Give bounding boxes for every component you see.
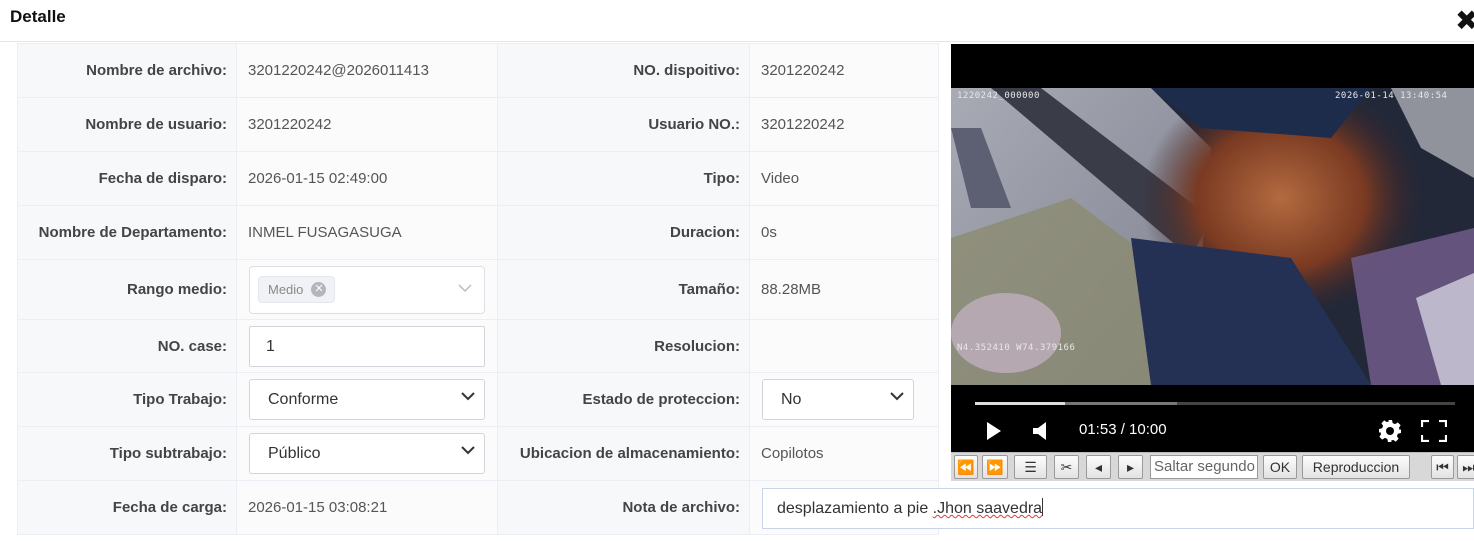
label-nota-archivo: Nota de archivo:	[497, 480, 750, 535]
skip-start-icon[interactable]: ⏮	[1431, 455, 1454, 479]
label-dispositivo: NO. dispoitivo:	[497, 43, 750, 98]
play-icon[interactable]	[986, 421, 1002, 441]
tag-label: Medio	[268, 281, 304, 297]
close-icon[interactable]: ✖	[1455, 6, 1474, 36]
video-frame-image	[951, 88, 1474, 385]
value-ubicacion: Copilotos	[749, 426, 939, 481]
list-icon[interactable]: ☰	[1014, 455, 1047, 479]
played-bar	[975, 402, 1066, 405]
frame-back-icon[interactable]: ◂	[1086, 455, 1111, 479]
progress-bar[interactable]	[975, 402, 1455, 405]
value-usuario-no: 3201220242	[749, 97, 939, 152]
detail-table: Nombre de archivo: 3201220242@2026011413…	[17, 43, 939, 535]
fullscreen-icon[interactable]	[1421, 420, 1447, 442]
label-usuario-no: Usuario NO.:	[497, 97, 750, 152]
label-nombre-archivo: Nombre de archivo:	[17, 43, 237, 98]
label-no-case: NO. case:	[17, 319, 237, 373]
row-archivo: Nombre de archivo: 3201220242@2026011413…	[17, 43, 939, 98]
time-display: 01:53 / 10:00	[1079, 421, 1167, 438]
chevron-down-icon	[461, 392, 475, 401]
chevron-down-icon	[461, 446, 475, 455]
playback-button[interactable]: Reproduccion	[1302, 455, 1410, 479]
volume-icon[interactable]	[1033, 421, 1047, 441]
row-usuario: Nombre de usuario: 3201220242 Usuario NO…	[17, 97, 939, 152]
value-resolucion	[749, 319, 939, 373]
value-nombre-archivo: 3201220242@2026011413	[236, 43, 498, 98]
rango-medio-select[interactable]: Medio ✕	[249, 265, 485, 314]
tipo-subtrabajo-select[interactable]: Público	[249, 433, 485, 474]
estado-proteccion-cell: No	[749, 372, 939, 427]
label-rango-medio: Rango medio:	[17, 259, 237, 320]
chevron-down-icon	[458, 283, 472, 292]
scissors-icon[interactable]: ✂	[1054, 455, 1079, 479]
fast-forward-icon[interactable]: ⏩	[982, 455, 1008, 479]
label-resolucion: Resolucion:	[497, 319, 750, 373]
tipo-trabajo-cell: Conforme	[236, 372, 498, 427]
row-subtrabajo: Tipo subtrabajo: Público Ubicacion de al…	[17, 426, 939, 481]
tag-remove-icon[interactable]: ✕	[311, 281, 327, 297]
chevron-down-icon	[890, 392, 904, 401]
row-trabajo: Tipo Trabajo: Conforme Estado de protecc…	[17, 372, 939, 427]
osd-datetime: 2026-01-14 13:40:54	[1335, 91, 1448, 101]
playback-toolbar: ⏪ ⏩ ☰ ✂ ◂ ▸ Saltar segundo OK Reproducci…	[951, 452, 1474, 481]
estado-proteccion-value: No	[781, 390, 802, 408]
value-dispositivo: 3201220242	[749, 43, 939, 98]
label-tipo-subtrabajo: Tipo subtrabajo:	[17, 426, 237, 481]
rango-medio-cell: Medio ✕	[236, 259, 498, 320]
video-player[interactable]: 1220242_000000 2026-01-14 13:40:54 N4.35…	[951, 44, 1474, 455]
value-nombre-usuario: 3201220242	[236, 97, 498, 152]
value-tipo: Video	[749, 151, 939, 206]
seek-seconds-input[interactable]: Saltar segundo	[1150, 455, 1258, 479]
tipo-subtrabajo-value: Público	[268, 444, 321, 462]
label-duracion: Duracion:	[497, 205, 750, 260]
ok-button[interactable]: OK	[1263, 455, 1297, 479]
row-fecha-tipo: Fecha de disparo: 2026-01-15 02:49:00 Ti…	[17, 151, 939, 206]
nota-text-misspelled: .Jhon saavedra	[932, 500, 1043, 517]
video-frame: 1220242_000000 2026-01-14 13:40:54 N4.35…	[951, 88, 1474, 385]
tipo-subtrabajo-cell: Público	[236, 426, 498, 481]
row-departamento: Nombre de Departamento: INMEL FUSAGASUGA…	[17, 205, 939, 260]
estado-proteccion-select[interactable]: No	[762, 379, 914, 420]
value-tamano: 88.28MB	[749, 259, 939, 320]
label-fecha-disparo: Fecha de disparo:	[17, 151, 237, 206]
row-rango: Rango medio: Medio ✕ Tamaño: 88.28MB	[17, 259, 939, 320]
tipo-trabajo-value: Conforme	[268, 390, 339, 408]
frame-forward-icon[interactable]: ▸	[1118, 455, 1143, 479]
settings-icon[interactable]	[1378, 419, 1402, 443]
label-fecha-carga: Fecha de carga:	[17, 480, 237, 535]
rewind-icon[interactable]: ⏪	[954, 455, 978, 479]
osd-device-id: 1220242_000000	[957, 91, 1040, 101]
skip-end-icon[interactable]: ⏭	[1457, 455, 1474, 479]
nota-text-plain: desplazamiento a pie	[777, 500, 933, 517]
value-duracion: 0s	[749, 205, 939, 260]
label-tipo-trabajo: Tipo Trabajo:	[17, 372, 237, 427]
no-case-cell: 1	[236, 319, 498, 373]
label-ubicacion: Ubicacion de almacenamiento:	[497, 426, 750, 481]
value-fecha-carga: 2026-01-15 03:08:21	[236, 480, 498, 535]
label-nombre-usuario: Nombre de usuario:	[17, 97, 237, 152]
osd-gps: N4.352410 W74.379166	[957, 343, 1076, 353]
row-case: NO. case: 1 Resolucion:	[17, 319, 939, 373]
value-departamento: INMEL FUSAGASUGA	[236, 205, 498, 260]
nota-archivo-input[interactable]: desplazamiento a pie .Jhon saavedra	[762, 488, 1474, 529]
tag-medio: Medio ✕	[258, 275, 336, 303]
text-caret	[1042, 498, 1044, 516]
player-controls: 01:53 / 10:00	[951, 385, 1474, 455]
dialog-header: Detalle ✖	[0, 0, 1474, 42]
label-tamano: Tamaño:	[497, 259, 750, 320]
value-fecha-disparo: 2026-01-15 02:49:00	[236, 151, 498, 206]
label-departamento: Nombre de Departamento:	[17, 205, 237, 260]
no-case-input[interactable]: 1	[249, 325, 485, 367]
label-estado-proteccion: Estado de proteccion:	[497, 372, 750, 427]
label-tipo: Tipo:	[497, 151, 750, 206]
tipo-trabajo-select[interactable]: Conforme	[249, 379, 485, 420]
dialog-title: Detalle	[10, 7, 66, 26]
